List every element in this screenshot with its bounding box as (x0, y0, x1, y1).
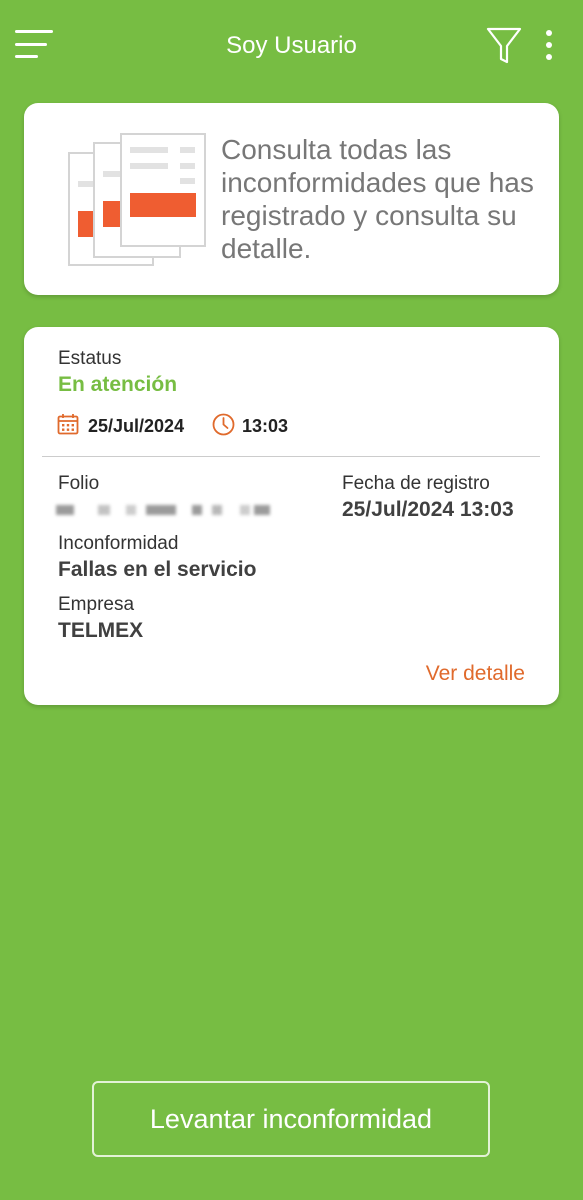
time-text: 13:03 (242, 416, 289, 436)
intro-card: Consulta todas las inconformidades que h… (24, 103, 559, 295)
folio-value-redacted (54, 497, 274, 525)
complaint-type-value: Fallas en el servicio (58, 558, 257, 581)
registration-date-label: Fecha de registro (342, 473, 490, 494)
filter-icon[interactable] (484, 26, 524, 66)
card-divider (42, 456, 540, 457)
complaint-card[interactable]: Estatus En atención 25/Jul/2024 13:03 Fo… (24, 327, 559, 705)
complaint-type-label: Inconformidad (58, 533, 179, 554)
date-text: 25/Jul/2024 (88, 416, 185, 436)
folio-label: Folio (58, 473, 100, 494)
more-vert-icon[interactable] (538, 28, 560, 64)
calendar-icon (57, 414, 79, 435)
app-bar: Soy Usuario (0, 0, 583, 92)
documents-icon (68, 133, 206, 266)
clock-icon (212, 413, 235, 436)
intro-text: Consulta todas las inconformidades que h… (221, 134, 534, 264)
status-value: En atención (58, 373, 178, 396)
registration-date-value: 25/Jul/2024 13:03 (342, 498, 514, 521)
raise-complaint-button[interactable]: Levantar inconformidad (92, 1081, 490, 1157)
status-label: Estatus (58, 348, 122, 369)
company-value: TELMEX (58, 619, 144, 642)
view-detail-link[interactable]: Ver detalle (426, 662, 525, 686)
company-label: Empresa (58, 594, 135, 615)
